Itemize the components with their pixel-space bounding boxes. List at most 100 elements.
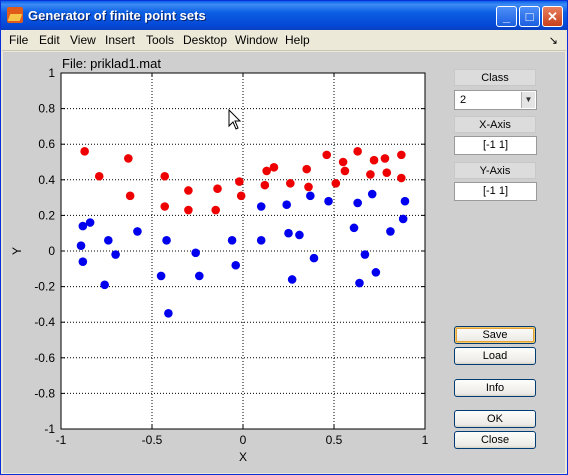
blue-point[interactable] bbox=[162, 236, 171, 245]
info-button[interactable]: Info bbox=[454, 379, 536, 397]
red-point[interactable] bbox=[80, 147, 89, 156]
y-axis-field[interactable]: [-1 1] bbox=[454, 182, 537, 201]
blue-point[interactable] bbox=[355, 278, 364, 288]
menu-window[interactable]: Window bbox=[235, 33, 278, 47]
red-point[interactable] bbox=[338, 157, 348, 167]
menu-help[interactable]: Help bbox=[285, 33, 310, 47]
blue-point[interactable] bbox=[227, 236, 237, 245]
red-point[interactable] bbox=[322, 150, 332, 160]
menu-view[interactable]: View bbox=[70, 33, 96, 47]
red-point[interactable] bbox=[331, 179, 341, 188]
x-axis-field[interactable]: [-1 1] bbox=[454, 136, 537, 155]
red-point[interactable] bbox=[94, 171, 104, 181]
menu-file[interactable]: File bbox=[9, 33, 28, 47]
y-tick-label: -0.2 bbox=[34, 280, 55, 294]
x-tick-label: 0 bbox=[240, 433, 247, 447]
menu-edit[interactable]: Edit bbox=[39, 33, 60, 47]
dock-arrow-icon[interactable]: ↘ bbox=[549, 34, 558, 47]
blue-point[interactable] bbox=[360, 250, 370, 259]
class-select[interactable]: 2 ▼ bbox=[454, 90, 537, 110]
save-button[interactable]: Save bbox=[454, 326, 536, 344]
y-tick-label: -0.6 bbox=[34, 351, 55, 365]
mouse-cursor-icon bbox=[228, 109, 242, 130]
blue-point[interactable] bbox=[284, 228, 293, 238]
red-point[interactable] bbox=[302, 164, 312, 174]
red-point[interactable] bbox=[125, 191, 135, 201]
menu-desktop[interactable]: Desktop bbox=[183, 33, 227, 47]
red-point[interactable] bbox=[269, 163, 279, 172]
blue-point[interactable] bbox=[324, 196, 333, 206]
blue-point[interactable] bbox=[295, 230, 304, 240]
x-axis-label: X bbox=[239, 450, 247, 464]
red-point[interactable] bbox=[213, 184, 222, 193]
menu-bar: File Edit View Insert Tools Desktop Wind… bbox=[2, 30, 566, 51]
red-point[interactable] bbox=[160, 202, 170, 211]
red-point[interactable] bbox=[380, 154, 390, 163]
maximize-button[interactable]: □ bbox=[519, 6, 540, 27]
blue-point[interactable] bbox=[309, 253, 319, 263]
y-axis-label: Y bbox=[10, 247, 24, 255]
blue-point[interactable] bbox=[191, 248, 200, 258]
x-tick-label: -0.5 bbox=[142, 433, 163, 447]
red-point[interactable] bbox=[353, 147, 362, 156]
blue-point[interactable] bbox=[400, 196, 410, 206]
load-button[interactable]: Load bbox=[454, 347, 536, 365]
x-tick-label: 1 bbox=[422, 433, 429, 447]
blue-point[interactable] bbox=[386, 227, 395, 236]
red-point[interactable] bbox=[184, 186, 193, 195]
red-point[interactable] bbox=[236, 191, 246, 201]
red-point[interactable] bbox=[366, 170, 375, 179]
red-point[interactable] bbox=[160, 171, 170, 181]
close-button[interactable]: Close bbox=[454, 431, 536, 449]
red-point[interactable] bbox=[369, 155, 379, 165]
y-tick-label: 0.8 bbox=[38, 102, 55, 116]
blue-point[interactable] bbox=[353, 198, 362, 208]
chevron-down-icon[interactable]: ▼ bbox=[521, 92, 535, 108]
blue-point[interactable] bbox=[287, 275, 297, 284]
red-point[interactable] bbox=[184, 205, 193, 215]
red-point[interactable] bbox=[397, 150, 406, 160]
red-point[interactable] bbox=[286, 179, 295, 188]
blue-point[interactable] bbox=[78, 257, 88, 266]
blue-point[interactable] bbox=[85, 218, 95, 227]
y-tick-label: 0.4 bbox=[38, 173, 55, 187]
blue-point[interactable] bbox=[111, 250, 120, 259]
y-tick-label: 1 bbox=[48, 66, 55, 80]
red-point[interactable] bbox=[260, 180, 270, 190]
blue-point[interactable] bbox=[76, 241, 86, 250]
matlab-icon bbox=[7, 7, 23, 23]
blue-point[interactable] bbox=[195, 271, 204, 281]
blue-point[interactable] bbox=[256, 236, 266, 245]
red-point[interactable] bbox=[382, 168, 392, 177]
ok-button[interactable]: OK bbox=[454, 410, 536, 428]
blue-point[interactable] bbox=[398, 214, 408, 224]
blue-point[interactable] bbox=[164, 309, 173, 318]
title-bar[interactable]: Generator of finite point sets _ □ ✕ bbox=[1, 1, 567, 30]
blue-point[interactable] bbox=[104, 236, 113, 245]
blue-point[interactable] bbox=[282, 200, 291, 210]
close-window-button[interactable]: ✕ bbox=[542, 6, 563, 27]
blue-point[interactable] bbox=[306, 191, 315, 201]
minimize-button[interactable]: _ bbox=[496, 6, 517, 27]
figure-area: -1 -0.5 0 0.5 1 1 0.8 0.6 0.4 0.2 0 -0.2 -0.4 -0.6 -0.… bbox=[3, 52, 565, 473]
red-point[interactable] bbox=[124, 154, 133, 163]
blue-point[interactable] bbox=[78, 221, 88, 231]
file-label: File: priklad1.mat bbox=[62, 56, 161, 71]
blue-point[interactable] bbox=[367, 189, 377, 199]
blue-point[interactable] bbox=[231, 260, 241, 270]
blue-point[interactable] bbox=[371, 268, 381, 277]
blue-point[interactable] bbox=[100, 280, 109, 290]
blue-point[interactable] bbox=[256, 202, 266, 211]
red-point[interactable] bbox=[235, 177, 244, 186]
red-point[interactable] bbox=[340, 166, 350, 176]
blue-point[interactable] bbox=[133, 227, 142, 236]
red-point[interactable] bbox=[304, 182, 313, 192]
red-point[interactable] bbox=[211, 205, 220, 215]
blue-point[interactable] bbox=[156, 271, 166, 281]
red-point[interactable] bbox=[262, 166, 271, 176]
blue-point[interactable] bbox=[349, 223, 359, 233]
menu-insert[interactable]: Insert bbox=[105, 33, 135, 47]
menu-tools[interactable]: Tools bbox=[146, 33, 174, 47]
y-tick-label: -1 bbox=[44, 422, 55, 436]
red-point[interactable] bbox=[397, 173, 406, 183]
